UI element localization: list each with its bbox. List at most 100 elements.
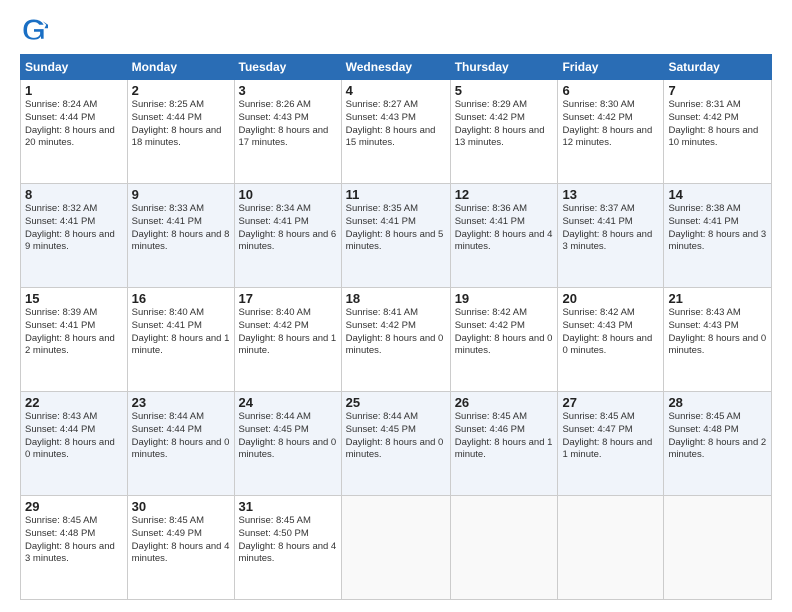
day-detail: Sunrise: 8:43 AMSunset: 4:43 PMDaylight:… — [668, 307, 767, 358]
calendar-cell: 28 Sunrise: 8:45 AMSunset: 4:48 PMDaylig… — [664, 392, 772, 496]
day-detail: Sunrise: 8:29 AMSunset: 4:42 PMDaylight:… — [455, 99, 554, 150]
calendar-cell: 12 Sunrise: 8:36 AMSunset: 4:41 PMDaylig… — [450, 184, 558, 288]
day-number: 6 — [562, 83, 659, 98]
day-detail: Sunrise: 8:40 AMSunset: 4:41 PMDaylight:… — [132, 307, 230, 358]
logo — [20, 16, 52, 44]
day-number: 25 — [346, 395, 446, 410]
col-monday: Monday — [127, 55, 234, 80]
day-number: 31 — [239, 499, 337, 514]
calendar-cell: 24 Sunrise: 8:44 AMSunset: 4:45 PMDaylig… — [234, 392, 341, 496]
calendar-cell: 25 Sunrise: 8:44 AMSunset: 4:45 PMDaylig… — [341, 392, 450, 496]
day-detail: Sunrise: 8:45 AMSunset: 4:49 PMDaylight:… — [132, 515, 230, 566]
calendar-cell: 29 Sunrise: 8:45 AMSunset: 4:48 PMDaylig… — [21, 496, 128, 600]
calendar-cell: 9 Sunrise: 8:33 AMSunset: 4:41 PMDayligh… — [127, 184, 234, 288]
calendar-cell: 23 Sunrise: 8:44 AMSunset: 4:44 PMDaylig… — [127, 392, 234, 496]
day-detail: Sunrise: 8:45 AMSunset: 4:48 PMDaylight:… — [668, 411, 767, 462]
day-detail: Sunrise: 8:45 AMSunset: 4:50 PMDaylight:… — [239, 515, 337, 566]
calendar-cell — [341, 496, 450, 600]
calendar-cell: 11 Sunrise: 8:35 AMSunset: 4:41 PMDaylig… — [341, 184, 450, 288]
day-number: 14 — [668, 187, 767, 202]
calendar-row: 15 Sunrise: 8:39 AMSunset: 4:41 PMDaylig… — [21, 288, 772, 392]
day-detail: Sunrise: 8:37 AMSunset: 4:41 PMDaylight:… — [562, 203, 659, 254]
day-detail: Sunrise: 8:24 AMSunset: 4:44 PMDaylight:… — [25, 99, 123, 150]
day-number: 22 — [25, 395, 123, 410]
calendar-cell: 13 Sunrise: 8:37 AMSunset: 4:41 PMDaylig… — [558, 184, 664, 288]
day-detail: Sunrise: 8:44 AMSunset: 4:45 PMDaylight:… — [346, 411, 446, 462]
day-detail: Sunrise: 8:40 AMSunset: 4:42 PMDaylight:… — [239, 307, 337, 358]
day-detail: Sunrise: 8:34 AMSunset: 4:41 PMDaylight:… — [239, 203, 337, 254]
day-number: 29 — [25, 499, 123, 514]
day-detail: Sunrise: 8:30 AMSunset: 4:42 PMDaylight:… — [562, 99, 659, 150]
calendar-row: 1 Sunrise: 8:24 AMSunset: 4:44 PMDayligh… — [21, 80, 772, 184]
day-detail: Sunrise: 8:25 AMSunset: 4:44 PMDaylight:… — [132, 99, 230, 150]
calendar-cell: 26 Sunrise: 8:45 AMSunset: 4:46 PMDaylig… — [450, 392, 558, 496]
day-number: 17 — [239, 291, 337, 306]
col-saturday: Saturday — [664, 55, 772, 80]
day-number: 7 — [668, 83, 767, 98]
day-number: 18 — [346, 291, 446, 306]
calendar-table: Sunday Monday Tuesday Wednesday Thursday… — [20, 54, 772, 600]
day-number: 5 — [455, 83, 554, 98]
weekday-header-row: Sunday Monday Tuesday Wednesday Thursday… — [21, 55, 772, 80]
day-number: 1 — [25, 83, 123, 98]
day-detail: Sunrise: 8:42 AMSunset: 4:42 PMDaylight:… — [455, 307, 554, 358]
calendar-cell — [450, 496, 558, 600]
day-number: 23 — [132, 395, 230, 410]
calendar-page: Sunday Monday Tuesday Wednesday Thursday… — [0, 0, 792, 612]
day-detail: Sunrise: 8:31 AMSunset: 4:42 PMDaylight:… — [668, 99, 767, 150]
day-number: 2 — [132, 83, 230, 98]
calendar-cell: 27 Sunrise: 8:45 AMSunset: 4:47 PMDaylig… — [558, 392, 664, 496]
calendar-cell: 3 Sunrise: 8:26 AMSunset: 4:43 PMDayligh… — [234, 80, 341, 184]
calendar-cell: 6 Sunrise: 8:30 AMSunset: 4:42 PMDayligh… — [558, 80, 664, 184]
calendar-cell: 5 Sunrise: 8:29 AMSunset: 4:42 PMDayligh… — [450, 80, 558, 184]
day-detail: Sunrise: 8:33 AMSunset: 4:41 PMDaylight:… — [132, 203, 230, 254]
day-number: 9 — [132, 187, 230, 202]
day-detail: Sunrise: 8:42 AMSunset: 4:43 PMDaylight:… — [562, 307, 659, 358]
day-number: 30 — [132, 499, 230, 514]
page-header — [20, 16, 772, 44]
calendar-cell: 1 Sunrise: 8:24 AMSunset: 4:44 PMDayligh… — [21, 80, 128, 184]
calendar-cell: 19 Sunrise: 8:42 AMSunset: 4:42 PMDaylig… — [450, 288, 558, 392]
day-detail: Sunrise: 8:38 AMSunset: 4:41 PMDaylight:… — [668, 203, 767, 254]
calendar-cell: 20 Sunrise: 8:42 AMSunset: 4:43 PMDaylig… — [558, 288, 664, 392]
calendar-cell: 2 Sunrise: 8:25 AMSunset: 4:44 PMDayligh… — [127, 80, 234, 184]
calendar-cell: 21 Sunrise: 8:43 AMSunset: 4:43 PMDaylig… — [664, 288, 772, 392]
day-number: 12 — [455, 187, 554, 202]
calendar-cell: 18 Sunrise: 8:41 AMSunset: 4:42 PMDaylig… — [341, 288, 450, 392]
calendar-cell: 16 Sunrise: 8:40 AMSunset: 4:41 PMDaylig… — [127, 288, 234, 392]
day-detail: Sunrise: 8:41 AMSunset: 4:42 PMDaylight:… — [346, 307, 446, 358]
day-number: 11 — [346, 187, 446, 202]
day-number: 16 — [132, 291, 230, 306]
day-number: 21 — [668, 291, 767, 306]
day-number: 26 — [455, 395, 554, 410]
day-number: 20 — [562, 291, 659, 306]
day-detail: Sunrise: 8:44 AMSunset: 4:44 PMDaylight:… — [132, 411, 230, 462]
day-detail: Sunrise: 8:44 AMSunset: 4:45 PMDaylight:… — [239, 411, 337, 462]
calendar-cell: 10 Sunrise: 8:34 AMSunset: 4:41 PMDaylig… — [234, 184, 341, 288]
calendar-cell — [664, 496, 772, 600]
day-number: 4 — [346, 83, 446, 98]
day-number: 15 — [25, 291, 123, 306]
col-wednesday: Wednesday — [341, 55, 450, 80]
day-detail: Sunrise: 8:43 AMSunset: 4:44 PMDaylight:… — [25, 411, 123, 462]
day-number: 24 — [239, 395, 337, 410]
calendar-cell: 30 Sunrise: 8:45 AMSunset: 4:49 PMDaylig… — [127, 496, 234, 600]
col-tuesday: Tuesday — [234, 55, 341, 80]
day-detail: Sunrise: 8:35 AMSunset: 4:41 PMDaylight:… — [346, 203, 446, 254]
day-detail: Sunrise: 8:45 AMSunset: 4:48 PMDaylight:… — [25, 515, 123, 566]
col-friday: Friday — [558, 55, 664, 80]
day-number: 3 — [239, 83, 337, 98]
day-detail: Sunrise: 8:36 AMSunset: 4:41 PMDaylight:… — [455, 203, 554, 254]
calendar-cell: 4 Sunrise: 8:27 AMSunset: 4:43 PMDayligh… — [341, 80, 450, 184]
day-number: 28 — [668, 395, 767, 410]
day-number: 13 — [562, 187, 659, 202]
day-detail: Sunrise: 8:45 AMSunset: 4:47 PMDaylight:… — [562, 411, 659, 462]
day-detail: Sunrise: 8:39 AMSunset: 4:41 PMDaylight:… — [25, 307, 123, 358]
col-thursday: Thursday — [450, 55, 558, 80]
calendar-row: 22 Sunrise: 8:43 AMSunset: 4:44 PMDaylig… — [21, 392, 772, 496]
calendar-cell: 7 Sunrise: 8:31 AMSunset: 4:42 PMDayligh… — [664, 80, 772, 184]
calendar-cell: 14 Sunrise: 8:38 AMSunset: 4:41 PMDaylig… — [664, 184, 772, 288]
day-detail: Sunrise: 8:27 AMSunset: 4:43 PMDaylight:… — [346, 99, 446, 150]
day-detail: Sunrise: 8:45 AMSunset: 4:46 PMDaylight:… — [455, 411, 554, 462]
day-detail: Sunrise: 8:32 AMSunset: 4:41 PMDaylight:… — [25, 203, 123, 254]
